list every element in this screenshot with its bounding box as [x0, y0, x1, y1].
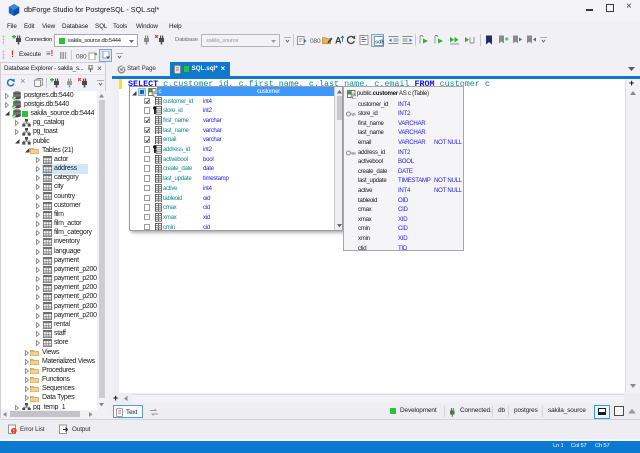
svg-text:sɗɧ: sɗɧ [375, 39, 384, 45]
svg-text:080: 080 [310, 38, 321, 44]
svg-text:080: 080 [76, 54, 87, 61]
svg-text:A: A [335, 36, 342, 46]
